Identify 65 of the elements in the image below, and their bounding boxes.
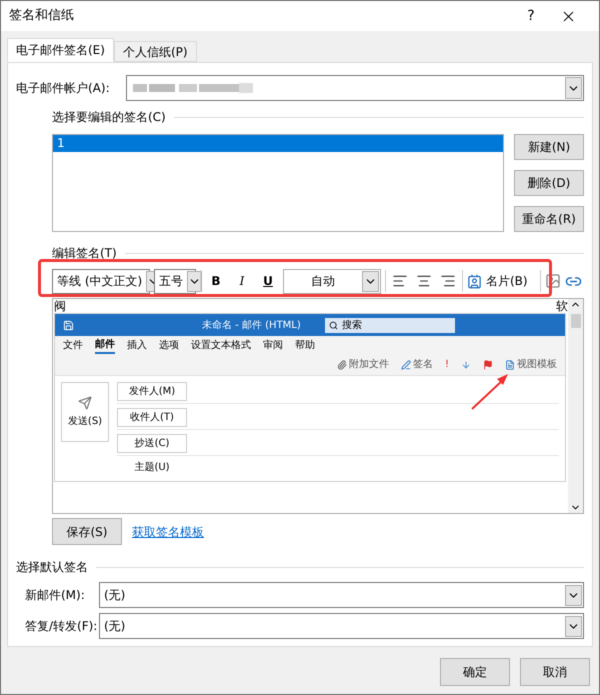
dropdown-icon [565, 616, 582, 636]
pen-icon [400, 360, 411, 370]
dropdown-icon [187, 270, 202, 292]
save-icon [63, 320, 74, 330]
address-button[interactable]: 收件人(T) [117, 408, 187, 427]
ribbon-tab[interactable]: 设置文本格式 [191, 338, 251, 352]
field-label: 新邮件(M): [24, 587, 86, 604]
dialog-button[interactable]: 确定 [440, 658, 510, 686]
help-button[interactable]: ? [516, 6, 546, 26]
search-icon [328, 320, 338, 330]
subject-label: 主题(U) [133, 460, 171, 475]
window-title: 签名和信纸 [9, 7, 75, 26]
dialog-button[interactable]: 重命名(R) [514, 206, 584, 232]
italic-button[interactable]: I [231, 272, 253, 290]
address-button[interactable]: 发件人(M) [117, 382, 187, 401]
template-button[interactable]: 视图模板 [505, 357, 557, 372]
align-center-icon[interactable] [416, 273, 432, 289]
signature-list-item[interactable]: 1 [53, 135, 503, 152]
ribbon-tab[interactable]: 选项 [159, 338, 179, 352]
window-title: 未命名 - 邮件 (HTML) [202, 318, 301, 332]
tab[interactable]: 电子邮件签名(E) [7, 38, 114, 62]
scrollbar-thumb[interactable] [570, 314, 580, 328]
color-dropdown[interactable]: 自动 [283, 268, 381, 294]
signature-editor[interactable]: 阀 软 未命名 - 邮件 (HTML) 搜索 文件 邮件 插入 选项 设置文本格式 审阅 帮助 附加文件 签名 ! 视图模板 发送(S) 发件人(M) 收件人(T) 抄送(C) 主题(U) [52, 298, 584, 514]
account-label: 电子邮件帐户(A): [16, 80, 111, 97]
ribbon-tab[interactable]: 插入 [127, 338, 147, 352]
document-icon [505, 360, 515, 370]
bold-button[interactable]: B [205, 272, 227, 290]
ribbon-tab[interactable]: 帮助 [295, 338, 315, 352]
account-dropdown[interactable] [126, 75, 584, 101]
ribbon-tab[interactable]: 审阅 [263, 338, 283, 352]
template-link[interactable]: 获取签名模板 [132, 522, 204, 540]
signature-dropdown[interactable]: (无) [99, 613, 584, 639]
business-card-button[interactable]: 名片(B) [467, 272, 528, 290]
section-label: 选择默认签名 [16, 559, 88, 576]
editor-text: 阀 [54, 299, 66, 313]
field-label: 答复/转发(F): [24, 618, 98, 635]
dropdown-icon [565, 584, 582, 606]
dialog-button[interactable]: 保存(S) [52, 518, 122, 545]
send-button[interactable]: 发送(S) [61, 382, 109, 442]
dialog-button[interactable]: 取消 [520, 658, 590, 686]
align-left-icon[interactable] [392, 273, 408, 289]
attach-file-button[interactable]: 附加文件 [336, 357, 389, 372]
editor-text: 软 [556, 299, 568, 313]
search-field[interactable]: 搜索 [324, 318, 455, 332]
dropdown-icon [565, 77, 582, 99]
address-button[interactable]: 抄送(C) [117, 434, 187, 453]
section-label: 编辑签名(T) [52, 245, 117, 262]
importance-button[interactable]: ! [444, 357, 449, 372]
arrow-down-icon [461, 360, 471, 370]
dialog-button[interactable]: 新建(N) [514, 134, 584, 160]
section-label: 选择要编辑的签名(C) [52, 109, 166, 126]
dialog-button[interactable]: 删除(D) [514, 170, 584, 196]
signature-button[interactable]: 签名 [400, 357, 433, 372]
dropdown-icon [362, 270, 379, 292]
picture-icon[interactable] [544, 273, 561, 289]
flag-icon [483, 360, 493, 370]
align-right-icon[interactable] [440, 273, 456, 289]
contact-card-icon [467, 274, 482, 288]
paperclip-icon [336, 360, 347, 370]
ribbon-tab[interactable]: 文件 [63, 338, 83, 352]
tab[interactable]: 个人信纸(P) [114, 41, 197, 62]
send-icon [78, 396, 92, 410]
signature-dropdown[interactable]: (无) [99, 582, 584, 608]
underline-button[interactable]: U [257, 272, 279, 290]
